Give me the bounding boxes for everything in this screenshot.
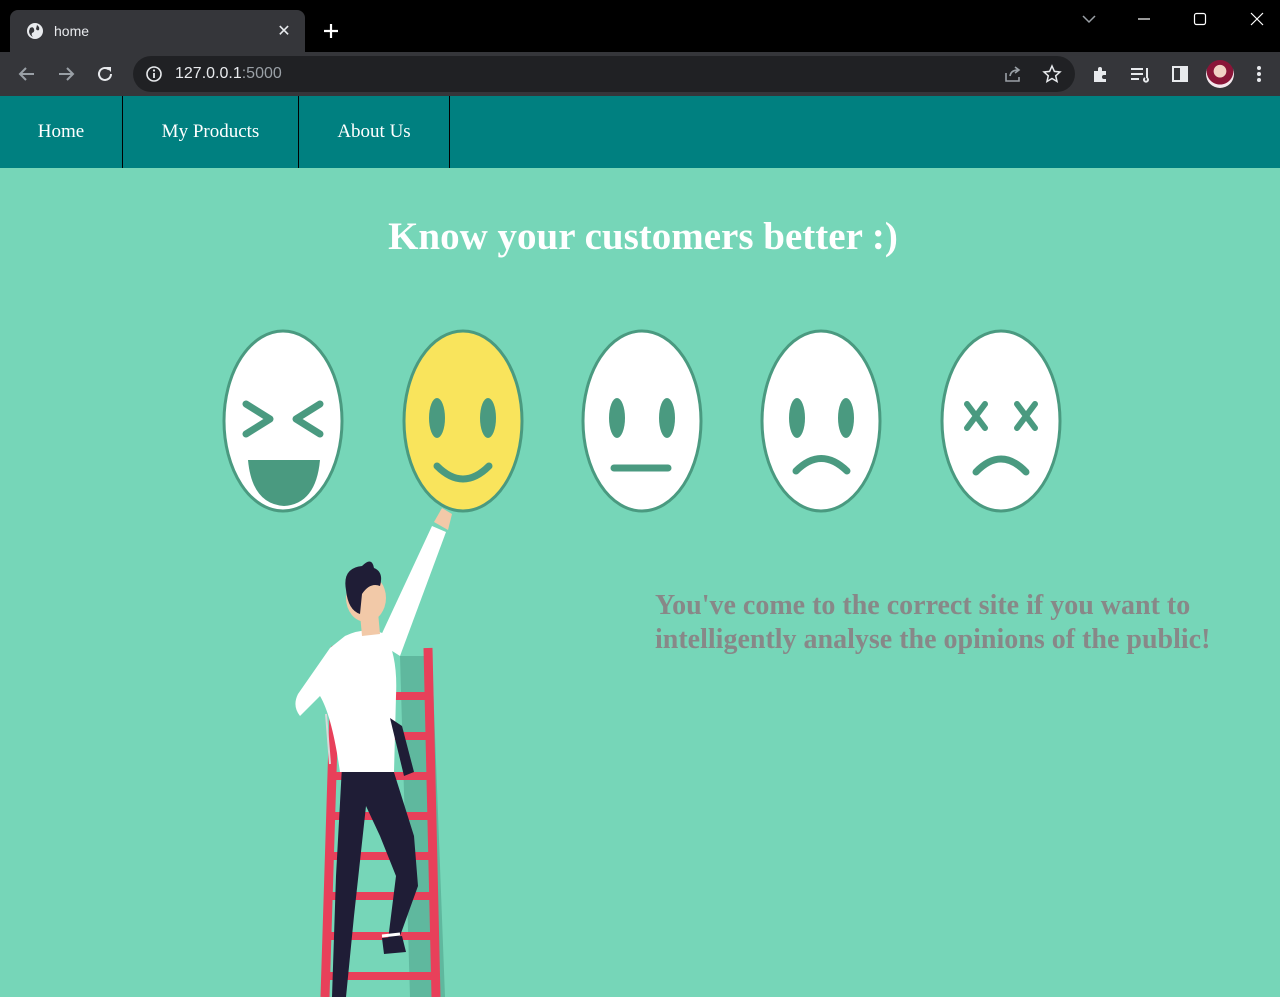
site-info-icon[interactable]: [145, 65, 163, 83]
tab-search-icon[interactable]: [1074, 8, 1104, 30]
browser-tab[interactable]: home ✕: [10, 10, 305, 52]
page-content: Home My Products About Us Know your cust…: [0, 96, 1280, 997]
new-tab-icon[interactable]: [318, 18, 344, 44]
back-icon[interactable]: [14, 61, 40, 87]
forward-icon[interactable]: [53, 61, 79, 87]
navbar: Home My Products About Us: [0, 96, 1280, 168]
url-text[interactable]: 127.0.0.1:5000: [175, 65, 282, 83]
dizzy-face-icon: [940, 329, 1062, 513]
tab-title: home: [54, 23, 90, 39]
extensions-icon[interactable]: [1088, 61, 1114, 87]
share-icon[interactable]: [1003, 64, 1023, 84]
bookmark-star-icon[interactable]: [1042, 64, 1062, 84]
hero-tagline: You've come to the correct site if you w…: [655, 590, 1211, 655]
minimize-icon[interactable]: [1129, 8, 1159, 30]
menu-icon[interactable]: [1246, 61, 1272, 87]
maximize-icon[interactable]: [1185, 8, 1215, 30]
globe-icon: [26, 22, 44, 40]
nav-products-link[interactable]: My Products: [123, 96, 299, 168]
address-bar[interactable]: 127.0.0.1:5000: [133, 56, 1075, 92]
sad-face-icon: [760, 329, 882, 513]
nav-home-link[interactable]: Home: [0, 96, 123, 168]
profile-avatar[interactable]: [1206, 60, 1234, 88]
close-window-icon[interactable]: [1242, 8, 1272, 30]
close-tab-icon[interactable]: ✕: [275, 21, 293, 41]
url-host: 127.0.0.1: [175, 65, 242, 82]
nav-about-link[interactable]: About Us: [299, 96, 450, 168]
man-on-ladder-figure: [295, 508, 452, 997]
reading-list-icon[interactable]: [1127, 61, 1153, 87]
url-port: :5000: [241, 65, 282, 82]
side-panel-icon[interactable]: [1167, 61, 1193, 87]
laughing-face-icon: [222, 329, 344, 513]
hero-title: Know your customers better :): [388, 215, 898, 258]
neutral-face-icon: [581, 329, 703, 513]
tab-strip: home ✕: [0, 0, 1280, 52]
reload-icon[interactable]: [92, 61, 118, 87]
smiling-face-icon: [402, 329, 524, 513]
